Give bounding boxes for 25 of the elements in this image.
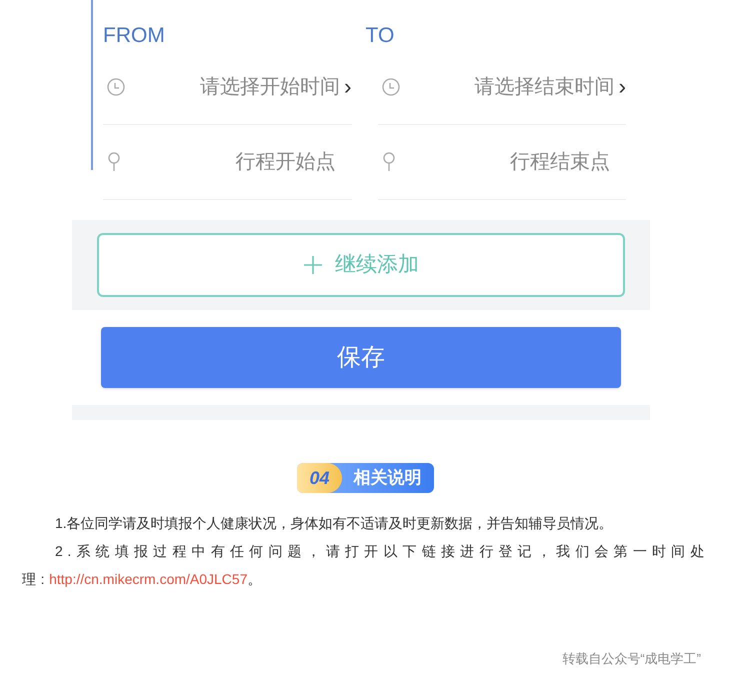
plus-icon [303,255,323,275]
form-field[interactable]: 行程开始点 [103,125,352,200]
field-placeholder: 行程结束点 [510,150,610,175]
chevron-icon: › [344,76,352,98]
location-pin-icon [107,152,121,172]
field-placeholder: 行程开始点 [236,150,336,175]
field-placeholder: 请选择开始时间 [200,75,340,100]
link[interactable]: http://cn.mikecrm.com/A0JLC57 [49,571,248,587]
field-placeholder: 请选择结束时间 [474,75,615,100]
save-button[interactable]: 保存 [101,327,621,388]
to-label: TO [366,23,396,49]
location-pin-icon [382,152,396,172]
form-field[interactable]: 请选择结束时间 › [378,50,626,125]
chevron-icon: › [618,76,626,98]
clock-icon [382,78,400,96]
from-label: FROM [103,23,166,49]
source-note: 转载自公众号“成电学工” [562,650,701,668]
section-number: 04 [297,463,342,493]
form-field[interactable]: 请选择开始时间 › [103,50,352,125]
note-paragraph: 1.各位同学请及时填报个人健康状况，身体如有不适请及时更新数据，并告知辅导员情况。 [54,514,614,533]
form-field[interactable]: 行程结束点 [378,125,626,200]
section-title: 相关说明 [352,467,423,490]
note-paragraph: 2.系统填报过程中有任何问题，请打开以下链接进行登记，我们会第一时间处理:http://cn.mikecrm.com/A0JLC57。 [22,542,709,589]
clock-icon [107,78,125,96]
add-more-button[interactable]: 继续添加 [97,233,625,297]
